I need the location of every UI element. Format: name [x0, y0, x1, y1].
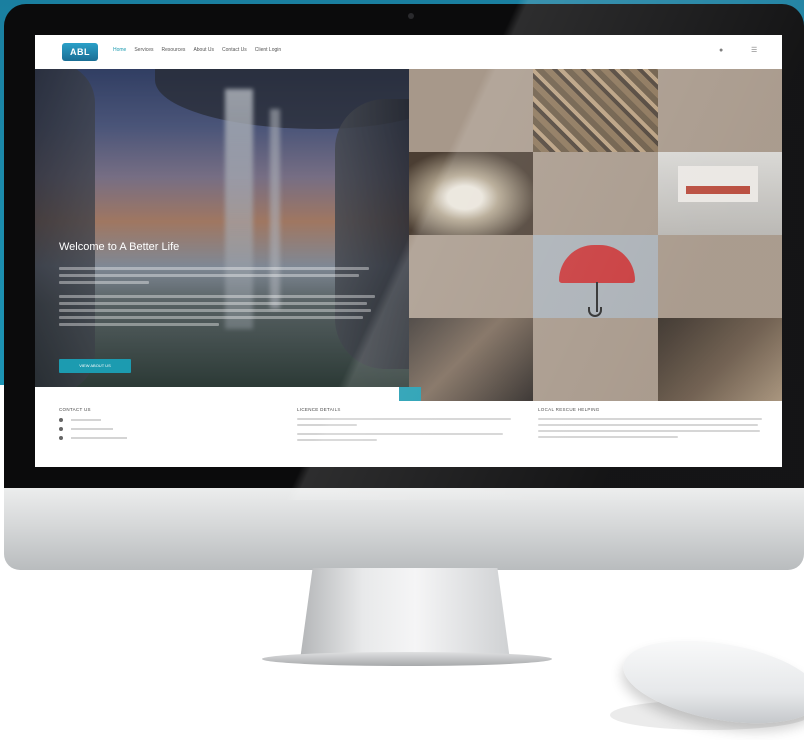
nav-link-about[interactable]: About Us — [193, 47, 214, 53]
hero-overlay — [35, 69, 409, 387]
umbrella-icon — [588, 307, 603, 317]
service-tile[interactable] — [533, 318, 658, 401]
site-logo[interactable]: ABL — [62, 43, 98, 61]
footer-text-line — [538, 418, 762, 420]
nav-links: Home Services Resources About Us Contact… — [113, 47, 281, 53]
menu-icon[interactable]: ☰ — [751, 47, 757, 55]
location-icon — [59, 436, 63, 440]
footer-heading: LOCAL RESCUE HELPING — [538, 407, 600, 412]
hero-text-line — [59, 295, 375, 298]
service-tile[interactable] — [409, 152, 534, 235]
services-tile-grid — [409, 69, 782, 401]
footer-text-line — [538, 424, 758, 426]
footer-text-line — [297, 433, 503, 435]
tile-photo-document — [685, 186, 750, 194]
nav-link-services[interactable]: Services — [134, 47, 153, 53]
footer-contact: CONTACT US — [59, 407, 209, 440]
hero-title: Welcome to A Better Life — [59, 241, 180, 253]
hero-text-line — [59, 267, 369, 270]
service-tile[interactable] — [409, 69, 534, 152]
hero-banner: Welcome to A Better Life VIEW ABOUT US — [35, 69, 409, 387]
tile-photo-document — [677, 166, 758, 202]
footer-licence: LICENCE DETAILS — [297, 407, 517, 441]
camera-icon — [408, 13, 414, 19]
contact-item[interactable] — [59, 427, 209, 431]
email-icon — [59, 427, 63, 431]
monitor-screen: ABL Home Services Resources About Us Con… — [35, 35, 782, 467]
service-tile[interactable] — [533, 69, 658, 152]
contact-item[interactable] — [59, 436, 209, 440]
site-navbar: ABL Home Services Resources About Us Con… — [35, 35, 782, 70]
service-tile[interactable] — [657, 318, 782, 401]
service-tile[interactable] — [533, 235, 658, 318]
user-icon[interactable]: ● — [719, 47, 723, 55]
umbrella-icon — [559, 245, 636, 283]
footer-text-line — [538, 430, 760, 432]
footer-text-line — [297, 439, 377, 441]
footer-heading: LICENCE DETAILS — [297, 407, 341, 412]
service-tile[interactable] — [657, 69, 782, 152]
monitor-chin — [4, 488, 804, 570]
hero-text-line — [59, 302, 367, 305]
service-tile[interactable] — [409, 318, 534, 401]
nav-link-contact[interactable]: Contact Us — [222, 47, 247, 53]
hero-text-line — [59, 274, 359, 277]
view-about-us-button[interactable]: VIEW ABOUT US — [59, 359, 131, 373]
hero-text-line — [59, 281, 149, 284]
service-tile[interactable] — [657, 235, 782, 318]
service-tile[interactable] — [533, 152, 658, 235]
hero-text-line — [59, 309, 371, 312]
contact-text-line — [71, 419, 101, 421]
footer-third: LOCAL RESCUE HELPING — [538, 407, 768, 438]
nav-link-login[interactable]: Client Login — [255, 47, 281, 53]
monitor-stand — [300, 568, 510, 660]
hero-text-line — [59, 316, 363, 319]
footer-text-line — [297, 424, 357, 426]
monitor-stand-base — [262, 652, 552, 666]
contact-item[interactable] — [59, 418, 209, 422]
scroll-up-button[interactable] — [399, 387, 421, 401]
nav-link-resources[interactable]: Resources — [162, 47, 186, 53]
hero-text-line — [59, 323, 219, 326]
contact-text-line — [71, 437, 127, 439]
footer-text-line — [297, 418, 511, 420]
phone-icon — [59, 418, 63, 422]
site-footer: CONTACT US LICENCE DETAILS LOCAL RESCUE … — [35, 401, 782, 467]
footer-heading: CONTACT US — [59, 407, 91, 412]
contact-text-line — [71, 428, 113, 430]
nav-link-home[interactable]: Home — [113, 47, 126, 53]
footer-text-line — [538, 436, 678, 438]
service-tile[interactable] — [409, 235, 534, 318]
service-tile[interactable] — [657, 152, 782, 235]
